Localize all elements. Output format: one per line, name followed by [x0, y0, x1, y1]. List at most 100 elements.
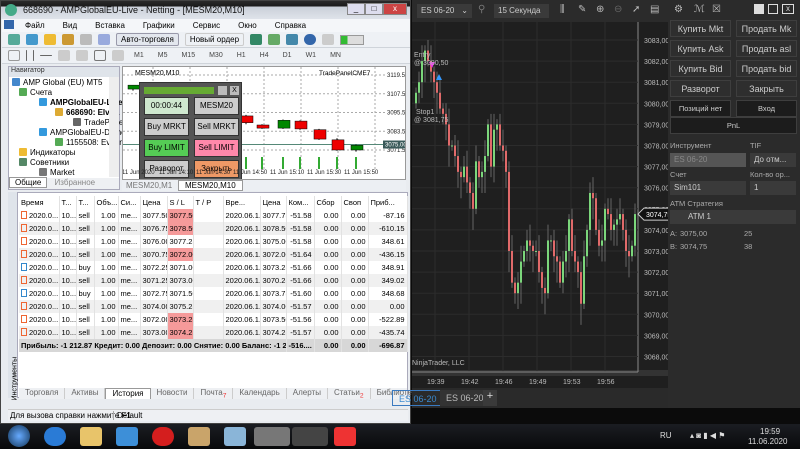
ninja-chart[interactable]: 3083,00 3082,00 3081,00 3080,00 3079,00 3078,…	[412, 22, 668, 388]
opera-icon[interactable]	[152, 427, 174, 446]
nav-accounts[interactable]: Счета	[19, 88, 52, 97]
maximize-button[interactable]: □	[365, 3, 383, 15]
column-header[interactable]: Объ...	[94, 196, 119, 209]
ruler-icon[interactable]: ✎	[578, 4, 586, 15]
search-icon[interactable]: ⚲	[478, 4, 485, 15]
menu-tools[interactable]: Сервис	[184, 19, 229, 32]
cursor-icon[interactable]	[8, 50, 20, 61]
bars-icon[interactable]: ⫼	[560, 4, 565, 15]
timeframe-m5[interactable]: M5	[158, 52, 168, 59]
table-row[interactable]: 2020.0... 10... sell 1.00 me... 3076.00 3077.2…	[19, 235, 408, 248]
sell-ask-button[interactable]: Продать asl	[736, 40, 797, 57]
tab-common[interactable]: Общие	[9, 177, 48, 188]
tab-toolbox[interactable]: Статьи2	[328, 388, 371, 400]
menu-insert[interactable]: Вставка	[86, 19, 134, 32]
timeframe-d1[interactable]: D1	[283, 52, 292, 59]
shapes-icon[interactable]	[112, 50, 124, 61]
text-icon[interactable]	[94, 50, 106, 61]
minimize-button[interactable]	[754, 4, 764, 14]
panel-minimize-button[interactable]	[218, 86, 227, 95]
panel-sell-mrkt-button[interactable]: Sell MRKT	[194, 118, 239, 136]
candlestick-icon[interactable]	[268, 34, 281, 45]
table-row[interactable]: 2020.0... 10... sell 1.00 me... 3074.00 3075.2…	[19, 300, 408, 313]
menu-help[interactable]: Справка	[266, 19, 315, 32]
timeframe-mn[interactable]: MN	[330, 52, 341, 59]
panel-sell-limit-button[interactable]: Sell LIMIT	[194, 139, 239, 157]
column-header[interactable]: Приб...	[368, 196, 408, 209]
indicators-icon[interactable]: ℳ	[694, 4, 705, 15]
explorer-icon[interactable]	[80, 427, 102, 446]
nav-broker[interactable]: AMP Global (EU) MT5	[12, 78, 102, 87]
pointer-icon[interactable]: ➚	[632, 4, 640, 15]
table-row[interactable]: 2020.0...10...buy 1.00 me... 3072.753071.50…	[19, 287, 408, 300]
drawing-icon[interactable]: ☒	[712, 4, 721, 15]
table-row[interactable]: 2020.0... 10... sell 1.00 me... 3072.00 3073.2…	[19, 313, 408, 326]
table-row[interactable]: 2020.0... 10... sell 1.00 me... 3076.75 3078.5…	[19, 222, 408, 235]
menu-charts[interactable]: Графики	[134, 19, 184, 32]
maximize-button[interactable]	[768, 4, 778, 14]
fibo-icon[interactable]	[76, 50, 88, 61]
tab-toolbox[interactable]: Алерты	[287, 388, 328, 399]
nav-market[interactable]: Market	[39, 168, 74, 177]
close-button[interactable]: x	[782, 4, 794, 14]
timeframe-h1[interactable]: H1	[237, 52, 246, 59]
tab-mesm20-m1[interactable]: MESM20,M1	[126, 181, 172, 190]
buy-bid-button[interactable]: Купить Bid	[670, 60, 731, 77]
horizontal-line-icon[interactable]	[40, 55, 52, 56]
column-header[interactable]: Т...	[59, 196, 77, 209]
crosshair-icon[interactable]	[26, 50, 27, 61]
chat-icon[interactable]	[322, 34, 335, 45]
market-icon[interactable]	[62, 34, 74, 45]
tab-toolbox[interactable]: Торговля	[19, 388, 66, 399]
profiles-icon[interactable]	[26, 34, 38, 45]
timeframe-m30[interactable]: M30	[209, 52, 223, 59]
panel-symbol-button[interactable]: MESM20	[194, 97, 239, 115]
auto-trading-button[interactable]: Авто-торговля	[116, 33, 179, 46]
timeframe-m1[interactable]: M1	[134, 52, 144, 59]
start-button[interactable]	[8, 425, 30, 447]
instrument-selector[interactable]: ES 06-20 ⌄	[417, 4, 472, 18]
table-row[interactable]: 2020.0... 10... sell 1.00 me... 3073.00 3074.2…	[19, 326, 408, 339]
close-position-button[interactable]: Закрыть	[736, 80, 797, 97]
timeframe-m15[interactable]: M15	[181, 52, 195, 59]
tab-toolbox[interactable]: Новости	[151, 388, 195, 399]
sell-bid-button[interactable]: Продать bid	[736, 60, 797, 77]
search-icon[interactable]	[304, 34, 317, 45]
table-row[interactable]: 2020.0... 10... sell 1.00 me... 3077.50 3077.5…	[19, 209, 408, 222]
column-header[interactable]: S / L	[167, 196, 194, 209]
column-header[interactable]: Своп	[341, 196, 369, 209]
interval-selector[interactable]: 15 Секунда	[494, 4, 549, 18]
atm-dropdown[interactable]: ATM 1	[670, 210, 796, 224]
tab-toolbox[interactable]: Почта7	[194, 388, 234, 400]
strategy-tester-icon[interactable]	[80, 34, 92, 45]
sell-market-button[interactable]: Продать Mk	[736, 20, 797, 37]
navigator-scrollbar[interactable]	[109, 77, 119, 177]
tab-toolbox[interactable]: История	[105, 388, 151, 399]
column-header[interactable]: Вре...	[223, 196, 261, 209]
nav-indicators[interactable]: Индикаторы	[19, 148, 75, 157]
tif-dropdown[interactable]: До отм...	[750, 153, 796, 167]
tab-es-active[interactable]: ES 06-20	[392, 390, 444, 406]
nav-experts[interactable]: Советники	[19, 158, 69, 167]
add-tab-button[interactable]: +	[483, 390, 497, 406]
account-dropdown[interactable]: Sim101	[670, 181, 746, 195]
buy-ask-button[interactable]: Купить Ask	[670, 40, 731, 57]
ninjatrader-task[interactable]	[292, 427, 328, 446]
tab-favorites[interactable]: Избранное	[50, 178, 101, 187]
quantity-stepper[interactable]: 1	[750, 181, 796, 195]
table-row[interactable]: 2020.0... 10... sell 1.00 me... 3070.75 3072.0…	[19, 248, 408, 261]
bar-chart-icon[interactable]	[250, 34, 263, 45]
calculator-icon[interactable]	[224, 427, 246, 446]
new-chart-icon[interactable]	[8, 34, 20, 45]
column-header[interactable]: Ком...	[286, 196, 315, 209]
metatrader-task[interactable]	[254, 427, 290, 446]
media-player-icon[interactable]	[116, 427, 138, 446]
navigator-icon[interactable]	[44, 34, 56, 45]
ie-icon[interactable]	[44, 427, 66, 446]
strategies-icon[interactable]: ⚙	[674, 4, 683, 15]
close-button[interactable]: x	[383, 3, 407, 15]
table-row[interactable]: 2020.0... 10... sell 1.00 me... 3071.25 3073.0…	[19, 274, 408, 287]
line-chart-icon[interactable]	[286, 34, 299, 45]
buy-market-button[interactable]: Купить Mkt	[670, 20, 731, 37]
language-indicator[interactable]: RU	[660, 431, 672, 440]
